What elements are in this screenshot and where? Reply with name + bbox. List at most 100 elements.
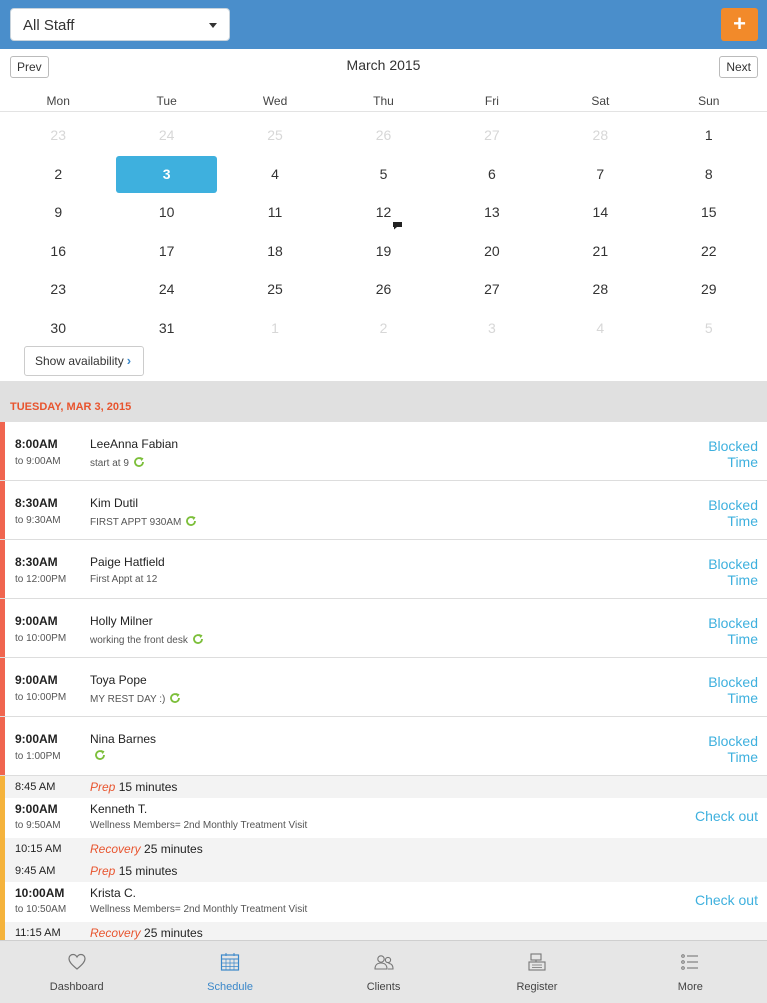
check-out-link[interactable]: Check out xyxy=(695,808,758,824)
calendar-day[interactable]: 2 xyxy=(329,309,437,348)
calendar-day[interactable]: 23 xyxy=(4,116,112,155)
calendar-day[interactable]: 30 xyxy=(4,309,112,348)
calendar-day-number: 25 xyxy=(267,281,283,298)
blocked-time-row[interactable]: 9:00AM to 1:00PM Nina Barnes Blocked Time xyxy=(0,716,767,776)
calendar-day[interactable]: 27 xyxy=(438,270,546,309)
recurring-icon xyxy=(185,515,197,527)
calendar-day[interactable]: 5 xyxy=(329,155,437,194)
appointment-list: 8:00AM to 9:00AM LeeAnna Fabian start at 9 B… xyxy=(0,422,767,940)
calendar-day[interactable]: 18 xyxy=(221,232,329,271)
blocked-time-row[interactable]: 8:30AM to 12:00PM Paige Hatfield First Appt… xyxy=(0,539,767,599)
calendar-day[interactable]: 16 xyxy=(4,232,112,271)
calendar-day[interactable]: 22 xyxy=(655,232,763,271)
staff-select[interactable]: All Staff xyxy=(10,8,230,41)
blocked-time-link[interactable]: Time xyxy=(727,513,758,529)
blocked-time-link[interactable]: Blocked xyxy=(708,498,758,512)
start-time: 9:00AM xyxy=(15,673,58,687)
blocked-time-link[interactable]: Blocked xyxy=(708,616,758,630)
calendar-day[interactable]: 11 xyxy=(221,193,329,232)
calendar-day-selected[interactable]: 3 xyxy=(112,155,220,194)
calendar-day[interactable]: 1 xyxy=(655,116,763,155)
calendar-day-number: 3 xyxy=(162,165,171,182)
blocked-time-link[interactable]: Blocked xyxy=(708,734,758,748)
calendar-day[interactable]: 13 xyxy=(438,193,546,232)
calendar-week: 9 10 11 12 13 14 15 xyxy=(4,193,763,232)
blocked-time-link[interactable]: Time xyxy=(727,572,758,588)
calendar-day[interactable]: 27 xyxy=(438,116,546,155)
chevron-right-icon: › xyxy=(126,353,132,368)
tab-register[interactable]: Register xyxy=(460,941,613,1003)
blocked-time-row[interactable]: 8:00AM to 9:00AM LeeAnna Fabian start at 9 B… xyxy=(0,422,767,481)
calendar-day[interactable]: 10 xyxy=(112,193,220,232)
appointment-row[interactable]: 9:00AM to 9:50AM Kenneth T. Wellness Member… xyxy=(0,798,767,838)
calendar-day[interactable]: 28 xyxy=(546,270,654,309)
calendar-day[interactable]: 4 xyxy=(221,155,329,194)
weekday-label: Sun xyxy=(698,94,720,108)
calendar-day[interactable]: 26 xyxy=(329,116,437,155)
check-out-link[interactable]: Check out xyxy=(695,892,758,908)
calendar-day[interactable]: 7 xyxy=(546,155,654,194)
calendar-day[interactable]: 29 xyxy=(655,270,763,309)
calendar-day[interactable]: 6 xyxy=(438,155,546,194)
calendar-day-number: 10 xyxy=(158,204,175,221)
calendar-day-number: 15 xyxy=(700,204,717,221)
staff-select-value: All Staff xyxy=(23,17,75,34)
recurring-icon xyxy=(94,748,106,760)
gap-time: 9:45 AM xyxy=(15,865,56,877)
calendar-day-number: 14 xyxy=(592,204,609,221)
calendar-day[interactable]: 21 xyxy=(546,232,654,271)
tab-dashboard[interactable]: Dashboard xyxy=(0,941,153,1003)
gap-label: Recovery 25 minutes xyxy=(90,926,203,940)
next-month-button[interactable]: Next xyxy=(719,56,758,78)
bottom-tab-bar: Dashboard Schedule Clients Register More xyxy=(0,940,767,1003)
calendar-day[interactable]: 25 xyxy=(221,270,329,309)
calendar-day[interactable]: 14 xyxy=(546,193,654,232)
show-availability-button[interactable]: Show availability › xyxy=(24,346,144,376)
calendar-day-number: 26 xyxy=(375,281,392,298)
appointment-row[interactable]: 10:00AM to 10:50AM Krista C. Wellness Membe… xyxy=(0,882,767,922)
tab-more[interactable]: More xyxy=(614,941,767,1003)
calendar-day[interactable]: 9 xyxy=(4,193,112,232)
calendar-day[interactable]: 3 xyxy=(438,309,546,348)
tab-label: More xyxy=(677,981,703,993)
month-title: March 2015 xyxy=(346,57,421,73)
calendar-day[interactable]: 12 xyxy=(329,193,437,232)
service-name: Wellness Members= 2nd Monthly Treatment … xyxy=(90,820,308,831)
calendar-day[interactable]: 24 xyxy=(112,270,220,309)
blocked-time-link[interactable]: Time xyxy=(727,749,758,765)
blocked-time-row[interactable]: 9:00AM to 10:00PM Holly Milner working the … xyxy=(0,598,767,658)
recurring-icon xyxy=(133,456,145,468)
calendar-day[interactable]: 2 xyxy=(4,155,112,194)
calendar-day[interactable]: 31 xyxy=(112,309,220,348)
calendar-day[interactable]: 23 xyxy=(4,270,112,309)
blocked-time-link[interactable]: Blocked xyxy=(708,557,758,571)
calendar-day[interactable]: 15 xyxy=(655,193,763,232)
blocked-time-link[interactable]: Time xyxy=(727,690,758,706)
blocked-time-link[interactable]: Time xyxy=(727,454,758,470)
blocked-time-link[interactable]: Blocked xyxy=(708,675,758,689)
blocked-time-link[interactable]: Time xyxy=(727,631,758,647)
calendar-day[interactable]: 25 xyxy=(221,116,329,155)
calendar-day[interactable]: 20 xyxy=(438,232,546,271)
start-time: 8:30AM xyxy=(15,496,58,510)
calendar-day[interactable]: 19 xyxy=(329,232,437,271)
blocked-time-row[interactable]: 9:00AM to 10:00PM Toya Pope MY REST DAY :) B… xyxy=(0,657,767,717)
calendar-day[interactable]: 1 xyxy=(221,309,329,348)
calendar-day[interactable]: 26 xyxy=(329,270,437,309)
blocked-time-row[interactable]: 8:30AM to 9:30AM Kim Dutil FIRST APPT 930AM… xyxy=(0,480,767,540)
tab-clients[interactable]: Clients xyxy=(307,941,460,1003)
tab-schedule[interactable]: Schedule xyxy=(153,941,306,1003)
blocked-time-link[interactable]: Blocked xyxy=(708,439,758,453)
staff-name: Holly Milner xyxy=(90,614,153,628)
calendar-day[interactable]: 28 xyxy=(546,116,654,155)
calendar-day-number: 3 xyxy=(488,319,496,336)
calendar-day-number: 18 xyxy=(267,242,283,259)
calendar-day[interactable]: 17 xyxy=(112,232,220,271)
calendar-day[interactable]: 4 xyxy=(546,309,654,348)
calendar-day[interactable]: 8 xyxy=(655,155,763,194)
calendar-day[interactable]: 24 xyxy=(112,116,220,155)
add-button[interactable]: + xyxy=(721,8,758,41)
calendar-day[interactable]: 5 xyxy=(655,309,763,348)
gap-label: Prep 15 minutes xyxy=(90,780,177,794)
staff-name: Kim Dutil xyxy=(90,496,139,510)
